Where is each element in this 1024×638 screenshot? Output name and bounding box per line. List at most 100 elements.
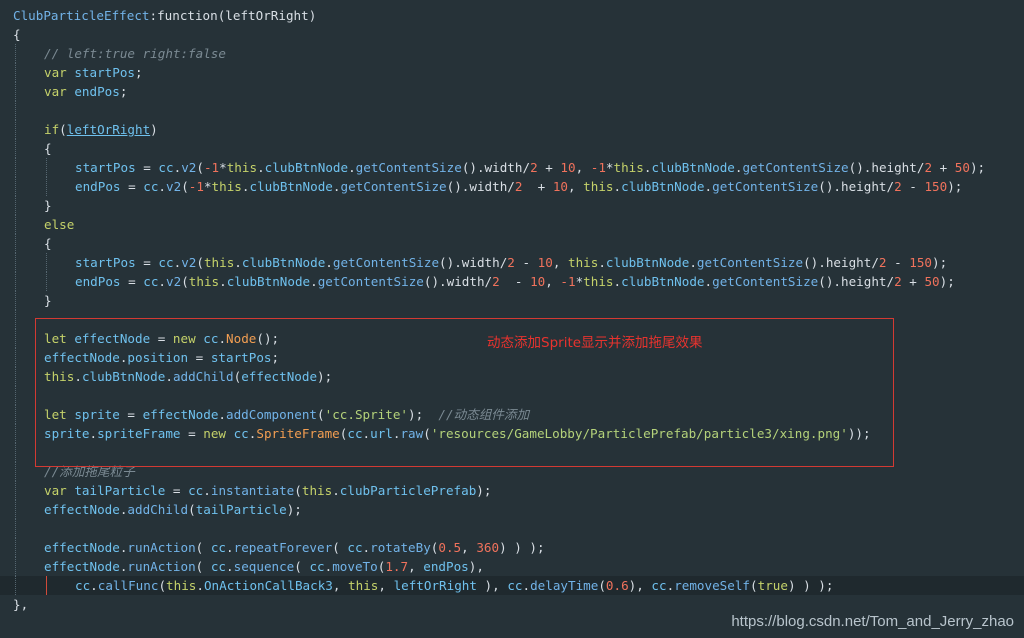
code-token: else <box>44 217 75 232</box>
code-token: ); <box>939 274 955 289</box>
code-token: 0.6 <box>605 578 629 593</box>
code-token: { <box>44 236 52 251</box>
code-line[interactable]: effectNode.runAction( cc.repeatForever( … <box>0 538 1024 557</box>
code-token: -1 <box>560 274 576 289</box>
code-token: clubParticlePrefab <box>339 483 477 498</box>
code-token: , <box>545 274 561 289</box>
code-line[interactable]: effectNode.runAction( cc.sequence( cc.mo… <box>0 557 1024 576</box>
code-token: 1.7 <box>385 559 409 574</box>
code-token: cc <box>188 483 204 498</box>
code-text: startPos = cc.v2(this.clubBtnNode.getCon… <box>75 253 947 272</box>
code-token: ); <box>286 502 302 517</box>
code-token: ), <box>476 578 508 593</box>
code-token: , <box>552 255 568 270</box>
code-token: endPos <box>75 274 121 289</box>
code-text: cc.callFunc(this.OnActionCallBack3, this… <box>75 576 833 595</box>
code-line[interactable]: ClubParticleEffect:function(leftOrRight) <box>0 6 1024 25</box>
code-token: cc <box>309 559 325 574</box>
code-token: = <box>120 274 144 289</box>
code-token: runAction <box>127 540 196 555</box>
code-token: this <box>348 578 379 593</box>
code-token: ().width/ <box>439 255 508 270</box>
indent-guide <box>15 348 17 367</box>
code-token: 50 <box>954 160 970 175</box>
code-token: = <box>135 160 159 175</box>
indent-guide <box>15 82 17 101</box>
code-text: else <box>44 215 74 234</box>
code-line[interactable]: }, <box>0 595 1024 614</box>
code-token: 2 <box>530 160 538 175</box>
code-line[interactable]: if(leftOrRight) <box>0 120 1024 139</box>
code-token: cc <box>651 578 667 593</box>
code-token: , <box>461 540 477 555</box>
indent-guide <box>15 101 17 120</box>
code-token: 10 <box>552 179 568 194</box>
code-token: tailParticle <box>195 502 287 517</box>
code-line[interactable]: startPos = cc.v2(-1*this.clubBtnNode.get… <box>0 158 1024 177</box>
code-line[interactable]: var tailParticle = cc.instantiate(this.c… <box>0 481 1024 500</box>
code-text: effectNode.runAction( cc.repeatForever( … <box>44 538 545 557</box>
code-token: delayTime <box>530 578 599 593</box>
code-token: { <box>13 27 21 42</box>
code-line[interactable]: endPos = cc.v2(-1*this.clubBtnNode.getCo… <box>0 177 1024 196</box>
code-line[interactable]: effectNode.addChild(tailParticle); <box>0 500 1024 519</box>
code-token: + <box>537 160 561 175</box>
code-token: effectNode <box>44 502 120 517</box>
code-line[interactable]: { <box>0 25 1024 44</box>
code-token: { <box>44 141 52 156</box>
code-token: = <box>120 179 144 194</box>
code-token: this <box>226 160 258 175</box>
code-text: endPos = cc.v2(this.clubBtnNode.getConte… <box>75 272 955 291</box>
code-line[interactable]: cc.callFunc(this.OnActionCallBack3, this… <box>0 576 1024 595</box>
indent-guide <box>15 196 17 215</box>
code-line[interactable]: startPos = cc.v2(this.clubBtnNode.getCon… <box>0 253 1024 272</box>
code-token: ); <box>476 483 492 498</box>
code-token: - <box>499 274 531 289</box>
code-line[interactable]: else <box>0 215 1024 234</box>
code-line[interactable]: var startPos; <box>0 63 1024 82</box>
code-token: , <box>332 578 349 593</box>
code-token: . <box>325 255 333 270</box>
code-token: getContentSize <box>317 274 424 289</box>
code-token: clubBtnNode <box>621 274 705 289</box>
code-token: 2 <box>924 160 933 175</box>
code-token: v2 <box>181 160 197 175</box>
code-line[interactable]: } <box>0 196 1024 215</box>
code-line[interactable] <box>0 519 1024 538</box>
code-line[interactable]: { <box>0 139 1024 158</box>
code-token: } <box>44 198 52 213</box>
code-token: startPos <box>75 255 136 270</box>
code-token: . <box>158 274 167 289</box>
code-token: effectNode <box>44 559 120 574</box>
code-token: runAction <box>127 559 196 574</box>
code-token: + <box>522 179 553 194</box>
code-token: , <box>378 578 394 593</box>
code-token: 10 <box>560 160 576 175</box>
code-line[interactable]: var endPos; <box>0 82 1024 101</box>
code-token: this <box>211 179 242 194</box>
code-token: cc <box>210 559 227 574</box>
code-line[interactable]: } <box>0 291 1024 310</box>
code-token: ().height/ <box>818 274 895 289</box>
code-line[interactable]: // left:true right:false <box>0 44 1024 63</box>
code-token: ( <box>195 540 211 555</box>
code-token: cc <box>507 578 523 593</box>
indent-guide <box>15 272 17 291</box>
code-token: v2 <box>166 274 182 289</box>
indent-guide <box>15 367 17 386</box>
code-token: = <box>135 255 159 270</box>
code-token: if <box>44 122 60 137</box>
code-line[interactable]: { <box>0 234 1024 253</box>
indent-guide <box>15 310 17 329</box>
code-token: clubBtnNode <box>605 255 690 270</box>
code-token: . <box>613 179 622 194</box>
code-line[interactable] <box>0 101 1024 120</box>
code-token: this <box>166 578 197 593</box>
code-token: - <box>886 255 910 270</box>
code-token: leftOrRight <box>393 578 477 593</box>
code-text: startPos = cc.v2(-1*this.clubBtnNode.get… <box>75 158 985 177</box>
code-token: ; <box>119 84 128 99</box>
code-token: , <box>568 179 584 194</box>
code-token: * <box>605 160 614 175</box>
code-line[interactable]: endPos = cc.v2(this.clubBtnNode.getConte… <box>0 272 1024 291</box>
